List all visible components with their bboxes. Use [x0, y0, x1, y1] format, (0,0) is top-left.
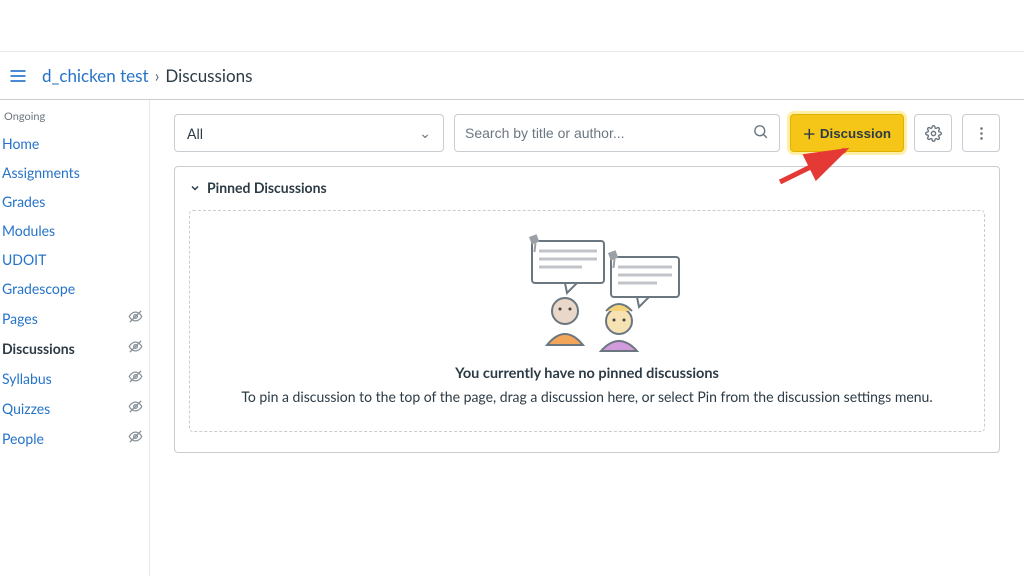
empty-state-subtitle: To pin a discussion to the top of the pa… [210, 388, 964, 405]
sidebar-item-home[interactable]: Home [0, 129, 149, 158]
search-field[interactable] [454, 114, 780, 152]
add-discussion-label: Discussion [820, 126, 891, 141]
empty-state-title: You currently have no pinned discussions [210, 365, 964, 382]
panel-title: Pinned Discussions [207, 179, 327, 196]
chevron-right-icon: › [155, 65, 160, 86]
kebab-icon [973, 125, 990, 142]
hidden-icon [128, 399, 143, 417]
settings-button[interactable] [914, 114, 952, 152]
sidebar-item-grades[interactable]: Grades [0, 187, 149, 216]
pinned-dropzone[interactable]: You currently have no pinned discussions… [189, 210, 985, 432]
chevron-down-icon [189, 182, 201, 194]
course-nav: Ongoing Home Assignments Grades Modules … [0, 100, 150, 576]
sidebar-item-pages[interactable]: Pages [0, 303, 149, 333]
hidden-icon [128, 309, 143, 327]
search-input[interactable] [465, 125, 746, 141]
sidebar-item-gradescope[interactable]: Gradescope [0, 274, 149, 303]
panel-toggle[interactable]: Pinned Discussions [189, 179, 985, 196]
sidebar-item-assignments[interactable]: Assignments [0, 158, 149, 187]
empty-illustration [210, 233, 964, 353]
filter-value: All [187, 125, 203, 142]
sidebar-item-quizzes[interactable]: Quizzes [0, 393, 149, 423]
breadcrumb-course-link[interactable]: d_chicken test [42, 65, 149, 86]
hidden-icon [128, 429, 143, 447]
breadcrumb-current: Discussions [165, 65, 252, 86]
breadcrumb: d_chicken test › Discussions [42, 65, 252, 86]
sidebar-heading: Ongoing [0, 108, 149, 129]
more-options-button[interactable] [962, 114, 1000, 152]
search-icon [752, 123, 769, 143]
sidebar-item-people[interactable]: People [0, 423, 149, 453]
sidebar-item-syllabus[interactable]: Syllabus [0, 363, 149, 393]
sidebar-item-modules[interactable]: Modules [0, 216, 149, 245]
add-discussion-button[interactable]: ＋ Discussion [790, 114, 904, 152]
filter-select[interactable]: All ⌄ [174, 114, 444, 152]
plus-icon: ＋ [803, 124, 816, 143]
sidebar-item-discussions[interactable]: Discussions [0, 333, 149, 363]
pinned-discussions-panel: Pinned Discussions [174, 166, 1000, 453]
hamburger-menu-button[interactable] [4, 62, 32, 90]
gear-icon [925, 125, 942, 142]
toolbar: All ⌄ ＋ Discussion [174, 114, 1000, 152]
chevron-down-icon: ⌄ [419, 124, 431, 142]
sidebar-item-udoit[interactable]: UDOIT [0, 245, 149, 274]
hidden-icon [128, 339, 143, 357]
hidden-icon [128, 369, 143, 387]
